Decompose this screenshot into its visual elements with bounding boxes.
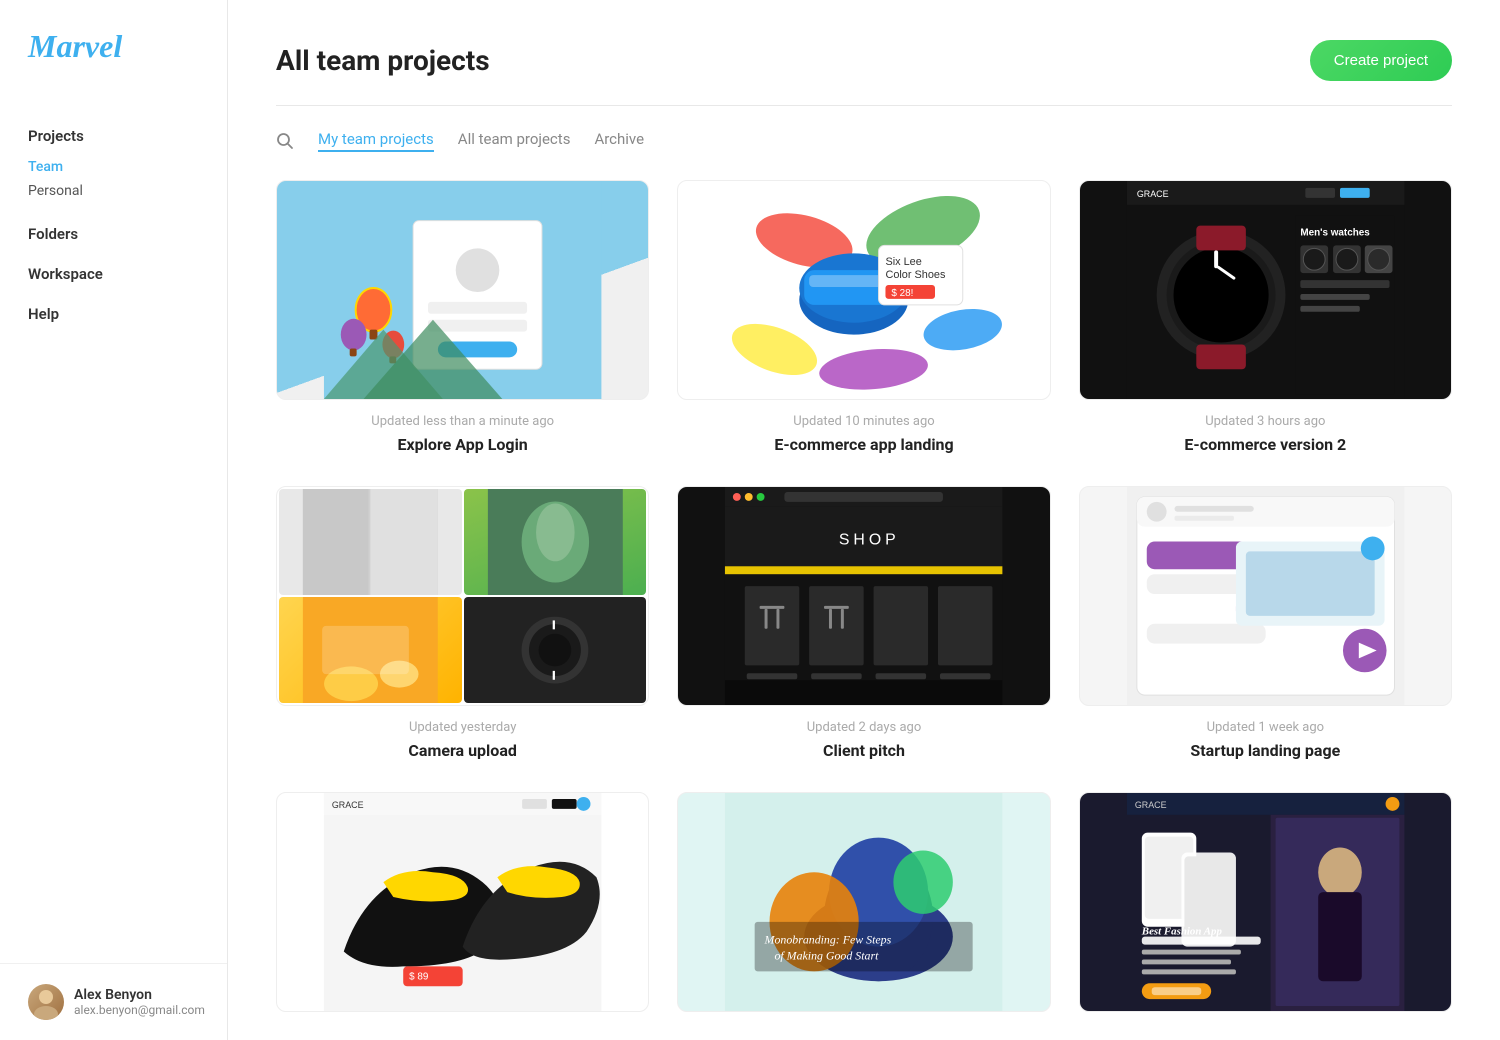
project-card-row3a[interactable]: GRACE $ 89 (276, 792, 649, 1032)
project-name-explore: Explore App Login (276, 435, 649, 454)
tabs-bar: My team projects All team projects Archi… (276, 130, 1452, 152)
thumbnail-svg-row3b: Monobranding: Few Steps of Making Good S… (678, 793, 1049, 1011)
svg-text:Six Lee: Six Lee (886, 256, 922, 268)
sidebar: Marvel Projects Team Personal Folders Wo… (0, 0, 228, 1040)
project-updated-ecommerce1: Updated 10 minutes ago (677, 414, 1050, 429)
project-thumbnail-startup (1079, 486, 1452, 706)
project-card-ecommerce1[interactable]: Six Lee Color Shoes $ 28! Updated 10 min… (677, 180, 1050, 454)
projects-grid: Updated less than a minute ago Explore A… (276, 180, 1452, 1032)
thumbnail-svg-row3a: GRACE $ 89 (277, 793, 648, 1011)
user-email: alex.benyon@gmail.com (74, 1003, 205, 1017)
project-card-camera[interactable]: Updated yesterday Camera upload (276, 486, 649, 760)
thumbnail-svg-client: SHOP (678, 487, 1049, 705)
project-name-ecommerce2: E-commerce version 2 (1079, 435, 1452, 454)
project-name-startup: Startup landing page (1079, 741, 1452, 760)
thumbnail-svg-ecommerce1: Six Lee Color Shoes $ 28! (678, 181, 1049, 399)
project-card-explore[interactable]: Updated less than a minute ago Explore A… (276, 180, 649, 454)
sidebar-footer: Alex Benyon alex.benyon@gmail.com (0, 963, 227, 1040)
project-card-row3c[interactable]: GRACE Best Fashion App (1079, 792, 1452, 1032)
search-icon (276, 132, 294, 150)
project-card-ecommerce2[interactable]: GRACE Men's watches (1079, 180, 1452, 454)
project-card-startup[interactable]: Updated 1 week ago Startup landing page (1079, 486, 1452, 760)
svg-text:Color Shoes: Color Shoes (886, 269, 946, 281)
sidebar-logo: Marvel (0, 0, 227, 93)
cam-thumb4 (491, 613, 619, 687)
sidebar-item-folders[interactable]: Folders (28, 225, 199, 243)
projects-section-label: Projects (28, 127, 199, 145)
svg-text:GRACE: GRACE (1137, 189, 1169, 199)
project-updated-ecommerce2: Updated 3 hours ago (1079, 414, 1452, 429)
tab-all-team[interactable]: All team projects (458, 130, 571, 152)
thumbnail-svg-ecommerce2: GRACE Men's watches (1080, 181, 1451, 399)
tab-archive[interactable]: Archive (594, 130, 644, 152)
project-updated-explore: Updated less than a minute ago (276, 414, 649, 429)
tab-my-team[interactable]: My team projects (318, 130, 434, 152)
thumbnail-svg-explore (277, 181, 648, 399)
cam-thumb2 (464, 489, 647, 595)
svg-text:SHOP: SHOP (839, 531, 900, 548)
page-title: All team projects (276, 44, 490, 77)
svg-text:GRACE: GRACE (1135, 800, 1167, 810)
thumbnail-svg-row3c: GRACE Best Fashion App (1080, 793, 1451, 1011)
project-thumbnail-row3b: Monobranding: Few Steps of Making Good S… (677, 792, 1050, 1012)
cam-thumb1 (279, 489, 462, 595)
project-thumbnail-camera (276, 486, 649, 706)
svg-text:Men's watches: Men's watches (1300, 228, 1370, 239)
sidebar-item-team[interactable]: Team (28, 155, 199, 179)
project-thumbnail-ecommerce1: Six Lee Color Shoes $ 28! (677, 180, 1050, 400)
user-name: Alex Benyon (74, 987, 205, 1003)
thumbnail-svg-startup (1080, 487, 1451, 705)
avatar (28, 984, 64, 1020)
project-name-camera: Camera upload (276, 741, 649, 760)
svg-text:GRACE: GRACE (332, 800, 364, 810)
search-button[interactable] (276, 132, 294, 150)
project-updated-startup: Updated 1 week ago (1079, 720, 1452, 735)
project-thumbnail-explore (276, 180, 649, 400)
svg-text:Monobranding: Few Steps: Monobranding: Few Steps (764, 933, 892, 947)
project-thumbnail-row3c: GRACE Best Fashion App (1079, 792, 1452, 1012)
sidebar-item-workspace[interactable]: Workspace (28, 265, 199, 283)
sidebar-item-personal[interactable]: Personal (28, 179, 199, 203)
project-thumbnail-client: SHOP (677, 486, 1050, 706)
svg-text:$ 28!: $ 28! (892, 288, 914, 299)
header-divider (276, 105, 1452, 106)
create-project-button[interactable]: Create project (1310, 40, 1452, 81)
main-content: All team projects Create project My team… (228, 0, 1500, 1040)
main-header: All team projects Create project (276, 40, 1452, 81)
cam-thumb3 (279, 597, 462, 703)
project-name-client: Client pitch (677, 741, 1050, 760)
project-name-ecommerce1: E-commerce app landing (677, 435, 1050, 454)
logo-text: Marvel (28, 28, 122, 64)
project-updated-camera: Updated yesterday (276, 720, 649, 735)
project-card-row3b[interactable]: Monobranding: Few Steps of Making Good S… (677, 792, 1050, 1032)
svg-text:of Making Good Start: of Making Good Start (775, 948, 880, 962)
project-thumbnail-ecommerce2: GRACE Men's watches (1079, 180, 1452, 400)
sidebar-nav: Projects Team Personal Folders Workspace… (0, 93, 227, 963)
project-card-client[interactable]: SHOP (677, 486, 1050, 760)
project-updated-client: Updated 2 days ago (677, 720, 1050, 735)
user-info: Alex Benyon alex.benyon@gmail.com (74, 987, 205, 1017)
avatar-icon (28, 984, 64, 1020)
svg-text:Best Fashion App: Best Fashion App (1140, 926, 1222, 938)
svg-text:$ 89: $ 89 (409, 971, 429, 982)
sidebar-item-help[interactable]: Help (28, 305, 199, 323)
project-thumbnail-row3a: GRACE $ 89 (276, 792, 649, 1012)
